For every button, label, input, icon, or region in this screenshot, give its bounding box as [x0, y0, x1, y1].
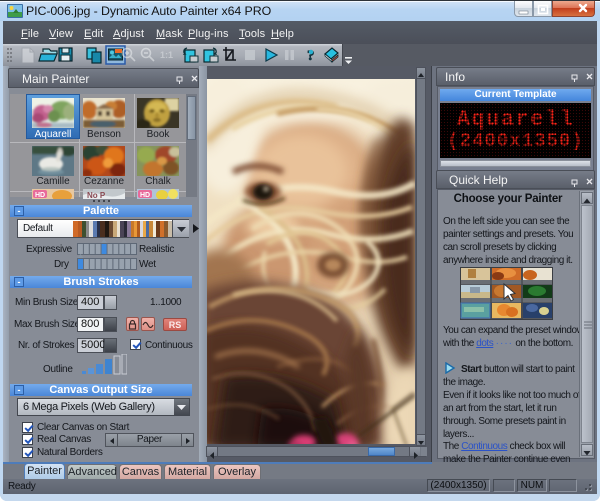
svg-text:No P: No P	[87, 191, 106, 199]
svg-text:HD: HD	[35, 192, 45, 199]
svg-text:1:1: 1:1	[160, 50, 173, 60]
svg-text:HD: HD	[140, 192, 150, 199]
